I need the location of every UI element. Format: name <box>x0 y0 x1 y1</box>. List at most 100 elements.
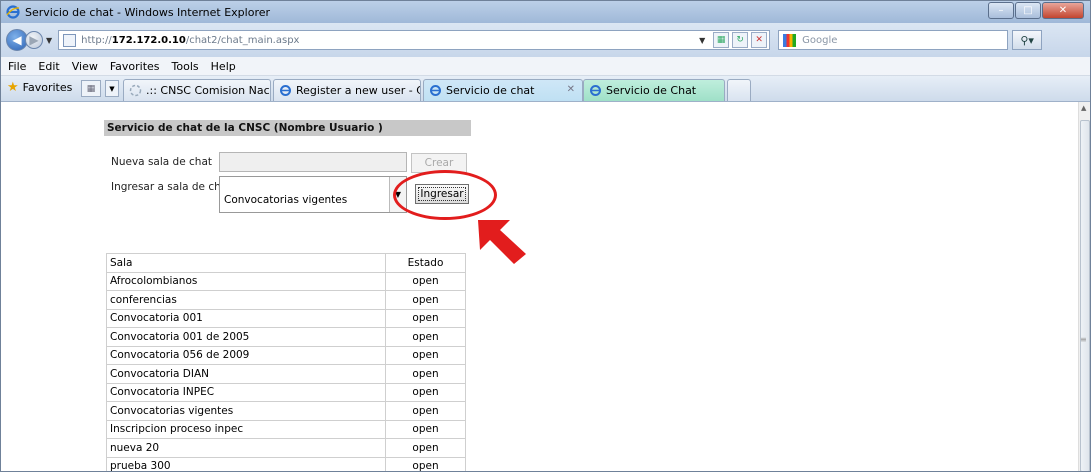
table-row: Convocatoria 001 open <box>106 308 466 328</box>
menu-bar: File Edit View Favorites Tools Help <box>1 57 1090 76</box>
tab-label: Register a new user - CNSC <box>296 84 420 97</box>
table-row: Afrocolombianos open <box>106 271 466 291</box>
menu-file[interactable]: File <box>6 60 28 73</box>
title-bar: Servicio de chat - Windows Internet Expl… <box>1 1 1090 23</box>
room-name-cell: Convocatorias vigentes <box>106 401 386 421</box>
recent-pages-dropdown[interactable]: ▼ <box>46 36 52 45</box>
room-name-cell: Convocatoria DIAN <box>106 364 386 384</box>
url-dropdown-icon[interactable]: ▼ <box>694 32 710 48</box>
forward-arrow-icon: ▶ <box>29 33 39 47</box>
menu-favorites[interactable]: Favorites <box>108 60 162 73</box>
window-title: Servicio de chat - Windows Internet Expl… <box>25 5 271 19</box>
room-name-cell: Convocatoria 001 de 2005 <box>106 327 386 347</box>
menu-edit[interactable]: Edit <box>36 60 61 73</box>
ie-page-icon <box>430 85 441 96</box>
room-status-cell: open <box>385 419 466 439</box>
ie-logo-icon <box>6 5 20 19</box>
chevron-down-icon: ▼ <box>109 84 115 93</box>
page-loading-icon <box>129 84 142 97</box>
annotation-arrow-icon <box>478 220 526 264</box>
tab-servicio-de-chat-active[interactable]: Servicio de chat ✕ <box>423 79 583 101</box>
selected-room-value: Convocatorias vigentes <box>224 194 348 206</box>
table-row: conferencias open <box>106 290 466 310</box>
ie-page-icon <box>280 85 291 96</box>
highlight-circle <box>393 170 497 220</box>
url-tools: ▼ ▦ ↻ ✕ <box>691 32 768 48</box>
scroll-up-icon[interactable]: ▲ <box>1081 104 1086 112</box>
vertical-scrollbar[interactable]: ▲ ≡ <box>1078 102 1090 471</box>
room-status-cell: open <box>385 401 466 421</box>
tab-list-dropdown[interactable]: ▼ <box>105 80 119 97</box>
close-window-button[interactable]: ✕ <box>1042 2 1084 19</box>
minimize-icon: – <box>998 5 1004 16</box>
tab-register-user[interactable]: Register a new user - CNSC <box>273 79 421 101</box>
quick-tabs-button[interactable]: ▦ <box>81 80 101 97</box>
menu-tools[interactable]: Tools <box>170 60 201 73</box>
room-status-cell: open <box>385 327 466 347</box>
room-status-cell: open <box>385 290 466 310</box>
compatibility-view-icon[interactable]: ▦ <box>713 32 730 48</box>
browser-window: Servicio de chat - Windows Internet Expl… <box>0 0 1091 472</box>
room-status-cell: open <box>385 271 466 291</box>
room-name-cell: Convocatoria INPEC <box>106 382 386 402</box>
tab-servicio-de-chat-2[interactable]: Servicio de Chat <box>583 79 725 101</box>
table-header-row: Sala Estado <box>106 253 466 273</box>
maximize-button[interactable]: □ <box>1015 2 1041 19</box>
room-name-cell: Convocatoria 001 <box>106 308 386 328</box>
new-room-label: Nueva sala de chat <box>111 156 212 168</box>
table-row: Convocatoria DIAN open <box>106 364 466 384</box>
tab-bar: ★ Favorites ▦ ▼ .:: CNSC Comision Nacion… <box>1 76 1090 102</box>
close-tab-icon[interactable]: ✕ <box>567 84 575 95</box>
maximize-icon: □ <box>1023 5 1033 16</box>
room-name-cell: Convocatoria 056 de 2009 <box>106 345 386 365</box>
search-button[interactable]: ⚲▾ <box>1012 30 1043 50</box>
room-name-cell: Inscripcion proceso inpec <box>106 419 386 439</box>
table-row: Convocatorias vigentes open <box>106 401 466 421</box>
ie-page-icon <box>590 85 601 96</box>
close-icon: ✕ <box>1058 5 1068 16</box>
tab-label: Servicio de Chat <box>606 84 697 97</box>
url-field[interactable]: http://172.172.0.10/chat2/chat_main.aspx… <box>58 30 771 50</box>
rooms-table: Sala Estado Afrocolombianos open conferenc… <box>106 253 466 471</box>
magnifier-icon: ⚲▾ <box>1020 33 1034 47</box>
search-field[interactable]: Google <box>778 30 1009 50</box>
address-bar: ◀ ▶ ▼ http://172.172.0.10/chat2/chat_mai… <box>1 23 1090 57</box>
page-icon <box>63 33 77 47</box>
grid-icon: ▦ <box>86 83 96 94</box>
window-controls: – □ ✕ <box>987 2 1084 19</box>
stop-icon[interactable]: ✕ <box>751 32 768 48</box>
table-row: Convocatoria INPEC open <box>106 382 466 402</box>
room-status-cell: open <box>385 382 466 402</box>
scroll-grip-icon: ≡ <box>1080 335 1087 344</box>
favorites-button[interactable]: ★ Favorites <box>7 80 72 95</box>
page-content: Servicio de chat de la CNSC (Nombre Usua… <box>10 102 1078 471</box>
tab-cnsc[interactable]: .:: CNSC Comision Nacion... <box>123 79 271 101</box>
room-status-cell: open <box>385 438 466 458</box>
search-placeholder: Google <box>802 34 838 46</box>
favorites-label: Favorites <box>22 81 73 94</box>
column-header-sala: Sala <box>106 253 386 273</box>
room-name-cell: nueva 20 <box>106 438 386 458</box>
enter-room-label: Ingresar a sala de chat <box>111 181 232 193</box>
new-room-input[interactable] <box>219 152 407 172</box>
refresh-icon[interactable]: ↻ <box>732 32 749 48</box>
menu-help[interactable]: Help <box>209 60 238 73</box>
room-name-cell: Afrocolombianos <box>106 271 386 291</box>
menu-view[interactable]: View <box>70 60 100 73</box>
new-tab-button[interactable] <box>727 79 751 101</box>
room-status-cell: open <box>385 345 466 365</box>
room-name-cell: conferencias <box>106 290 386 310</box>
page-title: Servicio de chat de la CNSC (Nombre Usua… <box>104 120 471 136</box>
tab-label: Servicio de chat <box>446 84 535 97</box>
table-row: Inscripcion proceso inpec open <box>106 419 466 439</box>
table-row: Convocatoria 056 de 2009 open <box>106 345 466 365</box>
room-status-cell: open <box>385 456 466 471</box>
tab-label: .:: CNSC Comision Nacion... <box>146 84 271 97</box>
room-select[interactable]: Convocatorias vigentes <box>219 176 407 213</box>
scroll-thumb[interactable] <box>1080 120 1090 471</box>
room-status-cell: open <box>385 308 466 328</box>
star-icon: ★ <box>7 80 19 95</box>
room-name-cell: prueba 300 <box>106 456 386 471</box>
minimize-button[interactable]: – <box>988 2 1014 19</box>
forward-button[interactable]: ▶ <box>25 31 43 49</box>
